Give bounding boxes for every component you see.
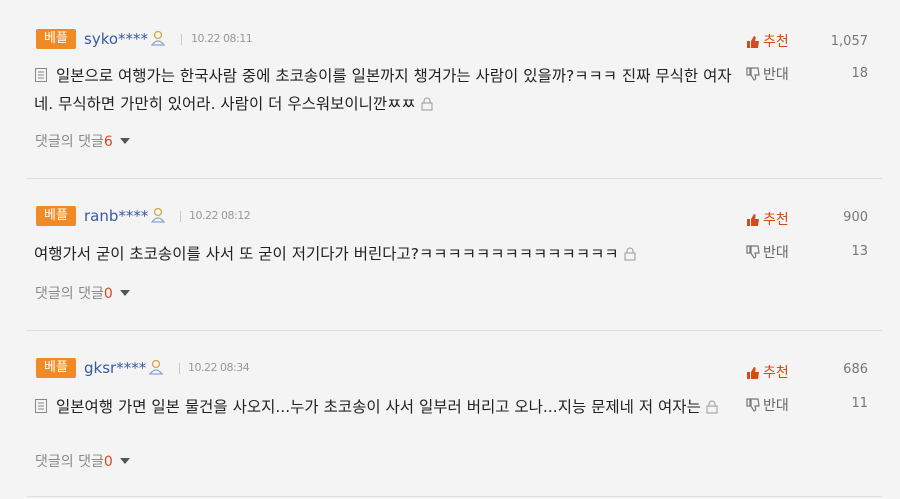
comment-divider xyxy=(27,330,882,331)
recommend-button[interactable]: 추천 xyxy=(763,210,789,230)
comment-list: 베플 syko**** 10.22 08:11 일본으로 여행가는 한국사람 중… xyxy=(0,0,900,499)
comment-body: 여행가서 굳이 초코송이를 사서 또 굳이 저기다가 버린다고?ㅋㅋㅋㅋㅋㅋㅋㅋ… xyxy=(34,245,619,263)
oppose-button[interactable]: 반대 xyxy=(763,65,789,85)
divider xyxy=(181,34,182,45)
recommend-button[interactable]: 추천 xyxy=(763,32,789,52)
comment-text: 일본여행 가면 일본 물건을 사오지...누가 초코송이 사서 일부러 버리고 … xyxy=(34,393,734,421)
comment-date: 10.22 08:12 xyxy=(189,209,251,222)
comment-divider xyxy=(27,178,882,179)
comment-date: 10.22 08:11 xyxy=(191,32,253,45)
best-badge: 베플 xyxy=(36,358,76,378)
lock-icon xyxy=(706,400,718,414)
comment-item: 베플 gksr**** 10.22 08:34 일본여행 가면 일본 물건을 사… xyxy=(0,332,900,499)
reply-label: 댓글의 댓글 xyxy=(35,286,104,302)
chevron-down-icon xyxy=(119,290,130,296)
chevron-down-icon xyxy=(119,138,130,144)
reply-toggle[interactable]: 댓글의 댓글6 xyxy=(35,132,130,152)
best-badge: 베플 xyxy=(36,29,76,49)
thumbs-down-icon[interactable] xyxy=(746,398,760,412)
thumbs-up-icon[interactable] xyxy=(746,35,760,49)
user-icon xyxy=(151,30,165,46)
best-badge: 베플 xyxy=(36,206,76,226)
oppose-count: 11 xyxy=(851,396,868,411)
comment-item: 베플 syko**** 10.22 08:11 일본으로 여행가는 한국사람 중… xyxy=(0,0,900,180)
user-icon xyxy=(149,359,163,375)
comment-divider xyxy=(27,496,882,497)
user-icon xyxy=(151,207,165,223)
comment-author[interactable]: gksr**** xyxy=(84,358,146,378)
reply-count: 0 xyxy=(103,286,113,302)
comment-author[interactable]: ranb**** xyxy=(84,206,148,226)
reply-count: 6 xyxy=(103,134,113,150)
reply-count: 0 xyxy=(103,454,113,470)
reply-toggle[interactable]: 댓글의 댓글0 xyxy=(35,452,130,472)
oppose-count: 18 xyxy=(851,66,868,81)
lock-icon xyxy=(421,97,433,111)
comment-item: 베플 ranb**** 10.22 08:12 여행가서 굳이 초코송이를 사서… xyxy=(0,180,900,330)
comment-author[interactable]: syko**** xyxy=(84,29,148,49)
thumbs-down-icon[interactable] xyxy=(746,245,760,259)
comment-body: 일본으로 여행가는 한국사람 중에 초코송이를 일본까지 챙겨가는 사람이 있을… xyxy=(34,67,732,113)
comment-text: 여행가서 굳이 초코송이를 사서 또 굳이 저기다가 버린다고?ㅋㅋㅋㅋㅋㅋㅋㅋ… xyxy=(34,240,734,268)
thumbs-down-icon[interactable] xyxy=(746,67,760,81)
recommend-count: 900 xyxy=(843,210,868,225)
thumbs-up-icon[interactable] xyxy=(746,213,760,227)
recommend-count: 1,057 xyxy=(830,34,868,49)
chevron-down-icon xyxy=(119,458,130,464)
comment-body: 일본여행 가면 일본 물건을 사오지...누가 초코송이 사서 일부러 버리고 … xyxy=(56,398,701,416)
comment-text: 일본으로 여행가는 한국사람 중에 초코송이를 일본까지 챙겨가는 사람이 있을… xyxy=(34,62,734,118)
thumbs-up-icon[interactable] xyxy=(746,366,760,380)
oppose-button[interactable]: 반대 xyxy=(763,396,789,416)
oppose-button[interactable]: 반대 xyxy=(763,243,789,263)
reply-toggle[interactable]: 댓글의 댓글0 xyxy=(35,284,130,304)
reply-label: 댓글의 댓글 xyxy=(35,134,104,150)
recommend-button[interactable]: 추천 xyxy=(763,363,789,383)
recommend-count: 686 xyxy=(843,362,868,377)
lock-icon xyxy=(624,247,636,261)
oppose-count: 13 xyxy=(851,244,868,259)
divider xyxy=(180,211,181,222)
reply-label: 댓글의 댓글 xyxy=(35,454,104,470)
divider xyxy=(179,363,180,374)
comment-date: 10.22 08:34 xyxy=(188,361,250,374)
